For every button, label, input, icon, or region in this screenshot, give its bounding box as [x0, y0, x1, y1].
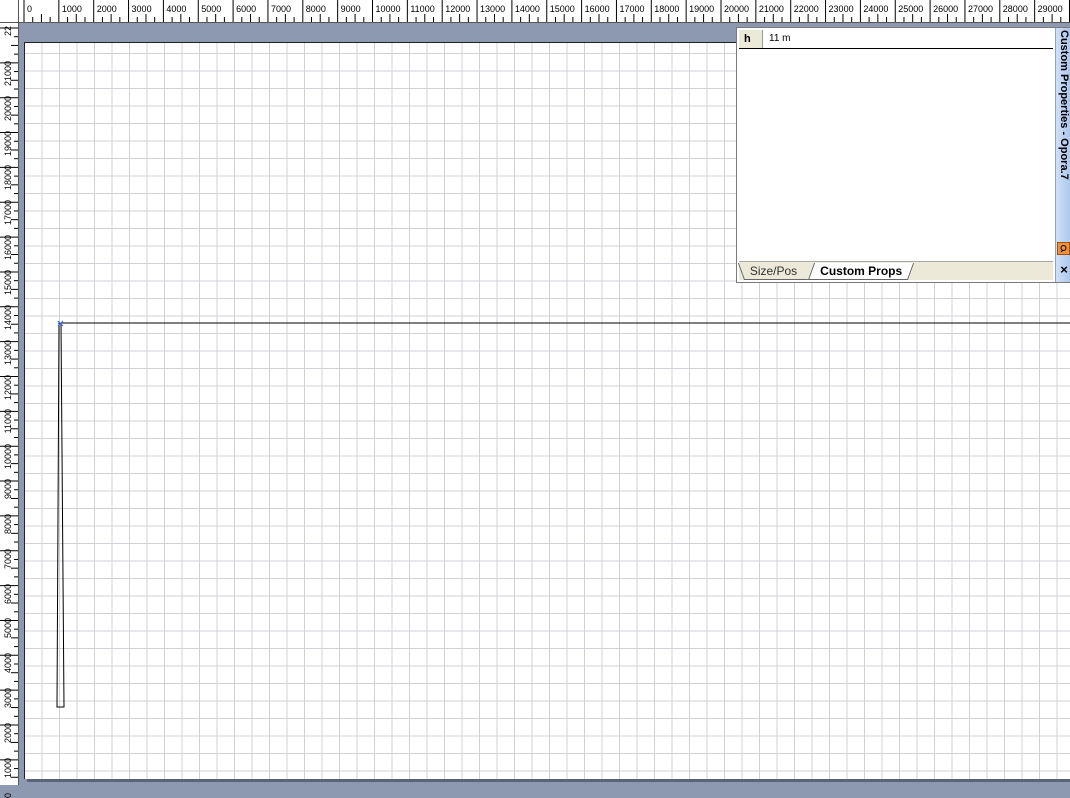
ruler-label: 28000: [1002, 4, 1028, 14]
ruler-label: 12000: [3, 374, 13, 400]
ruler-label: 17000: [619, 4, 645, 14]
ruler-label: 9000: [3, 479, 13, 500]
ruler-label: 18000: [654, 4, 680, 14]
ruler-corner: [0, 0, 19, 23]
ruler-label: 3000: [131, 4, 152, 14]
ruler-label: 0: [27, 4, 33, 14]
ruler-label: 20000: [724, 4, 750, 14]
ruler-label: 11000: [3, 409, 13, 434]
custom-properties-panel: h 11 m Size/Pos Custom Props Custom Prop…: [736, 27, 1070, 283]
ruler-label: 20000: [3, 95, 13, 121]
ruler-label: 10000: [375, 4, 401, 14]
ruler-label: 1000: [61, 4, 82, 14]
ruler-label: 11000: [410, 4, 435, 14]
pin-icon[interactable]: [1057, 242, 1070, 255]
ruler-label: 14000: [514, 4, 540, 14]
ruler-label: 13000: [3, 339, 13, 365]
ruler-label: 10000: [3, 444, 13, 470]
ruler-label: 1000: [3, 757, 13, 778]
ruler-label: 7000: [270, 4, 291, 14]
ruler-label: 5000: [3, 618, 13, 639]
ruler-label: 9000: [340, 4, 361, 14]
ruler-label: 19000: [3, 130, 13, 156]
ruler-label: 2000: [96, 4, 117, 14]
property-name: h: [739, 30, 763, 48]
ruler-label: 3000: [3, 688, 13, 709]
vertical-ruler: 22 21000 20000 19000 18000 17000 16000 15000 140…: [0, 0, 19, 798]
ruler-label: 15000: [3, 269, 13, 295]
close-icon[interactable]: ×: [1057, 263, 1070, 277]
ruler-label: 16000: [584, 4, 610, 14]
ruler-label: 26000: [933, 4, 959, 14]
tab-size-pos-label: Size/Pos: [749, 264, 798, 278]
ruler-label: 7000: [3, 548, 13, 569]
ruler-label: 21000: [758, 4, 784, 14]
ruler-label: 8000: [3, 513, 13, 534]
ruler-label: 29000: [1037, 4, 1063, 14]
property-value[interactable]: 11 m: [763, 30, 791, 48]
horizontal-ruler: 0 1000 2000 3000 4000 5000 6000 7000 8000 9000 100…: [0, 0, 1070, 23]
ruler-label: 21000: [3, 60, 13, 86]
ruler-label: 22: [3, 26, 13, 37]
tab-size-pos[interactable]: Size/Pos: [737, 263, 809, 280]
ruler-label: 2000: [3, 723, 13, 744]
ruler-label: 24000: [863, 4, 889, 14]
ruler-label: 25000: [898, 4, 924, 14]
ruler-label: 4000: [3, 653, 13, 674]
ruler-label: 22000: [793, 4, 819, 14]
property-row[interactable]: h 11 m: [739, 30, 1053, 49]
ruler-label: 6000: [236, 4, 257, 14]
panel-title-bar[interactable]: Custom Properties - Opora.7 ×: [1055, 28, 1070, 282]
ruler-label: 14000: [3, 304, 13, 330]
ruler-label: 17000: [3, 200, 13, 226]
ruler-label: 5000: [201, 4, 222, 14]
ruler-label: 19000: [689, 4, 715, 14]
ruler-label: 12000: [445, 4, 471, 14]
ruler-label: 0: [3, 792, 13, 798]
ruler-label: 16000: [3, 235, 13, 261]
ruler-label: 6000: [3, 583, 13, 604]
tab-custom-props-label: Custom Props: [820, 264, 903, 278]
panel-tab-bar: Size/Pos Custom Props: [737, 261, 1053, 280]
ruler-label: 23000: [828, 4, 854, 14]
ruler-label: 18000: [3, 165, 13, 191]
ruler-label: 15000: [549, 4, 575, 14]
tab-custom-props[interactable]: Custom Props: [807, 263, 915, 280]
ruler-label: 13000: [480, 4, 506, 14]
ruler-label: 27000: [967, 4, 993, 14]
ruler-label: 8000: [305, 4, 326, 14]
ruler-label: 4000: [166, 4, 187, 14]
panel-title: Custom Properties - Opora.7: [1058, 30, 1070, 180]
